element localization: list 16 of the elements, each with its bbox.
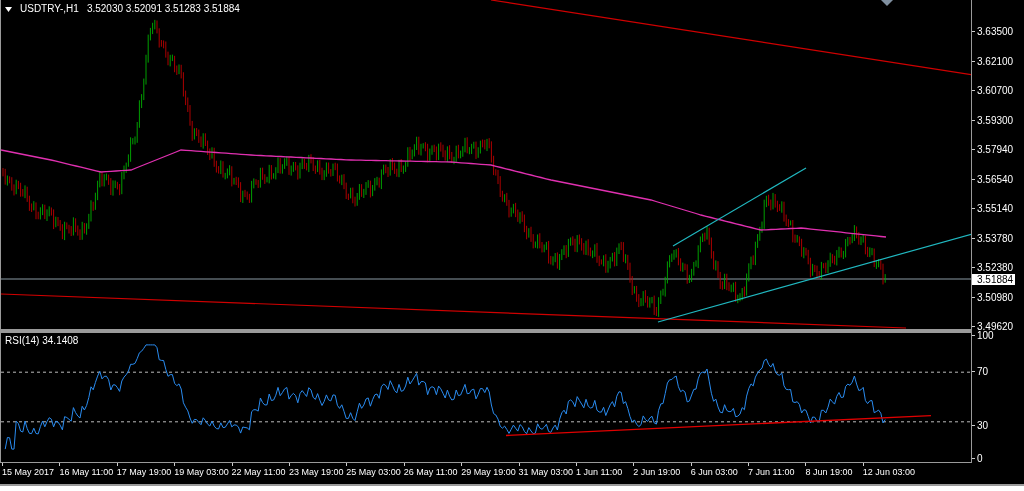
symbol-label: USDTRY-,H1 [20,3,79,15]
time-label: 31 May 03:00 [518,463,576,480]
axis-label: 0 [972,453,983,464]
indicator-title: RSI(14) 34.1408 [5,335,79,347]
shift-marker-icon[interactable] [881,0,893,6]
axis-label: 100 [972,330,994,341]
dropdown-triangle-icon[interactable] [5,6,12,12]
axis-label: 70 [972,366,989,377]
time-label: 19 May 03:00 [174,463,232,480]
time-label: 22 May 11:00 [231,463,289,480]
quote-values: 3.52030 3.52091 3.51283 3.51884 [86,3,240,15]
axis-label: 30 [972,420,989,431]
time-label: 23 May 19:00 [288,463,347,480]
current-price-label: 3.51884 [972,274,1016,285]
time-label: 29 May 19:00 [461,463,519,480]
time-label: 25 May 03:00 [346,463,404,480]
